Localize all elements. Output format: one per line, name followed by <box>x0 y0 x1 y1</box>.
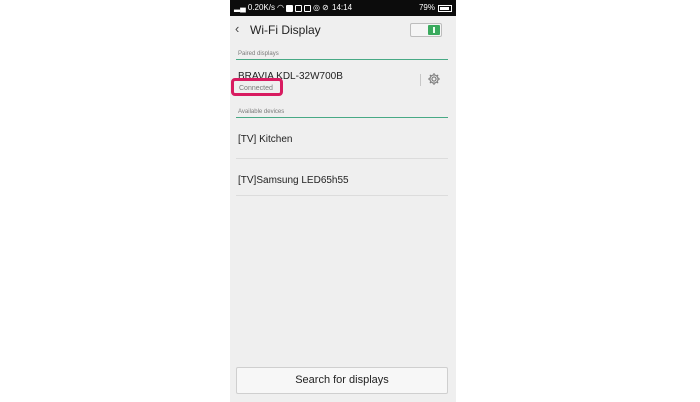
check-icon: ⊘ <box>321 3 329 12</box>
connected-highlight-box <box>231 78 283 96</box>
search-for-displays-button[interactable]: Search for displays <box>236 367 448 394</box>
paired-displays-label: Paired displays <box>238 51 279 57</box>
network-speed: 0.20K/s <box>247 3 275 12</box>
cast-icon <box>303 4 311 12</box>
facebook-icon <box>285 4 293 12</box>
available-device-kitchen[interactable]: [TV] Kitchen <box>238 134 292 146</box>
status-time: 14:14 <box>332 3 353 12</box>
chevron-left-icon[interactable]: ‹ <box>235 22 239 36</box>
battery-percent: 79% <box>418 3 435 12</box>
status-bar-left: ▂▄ 0.20K/s ◠ ◎ ⊘ <box>234 0 329 16</box>
paired-divider <box>236 59 448 60</box>
available-divider <box>236 117 448 118</box>
signal-icon: ▂▄ <box>234 3 246 12</box>
vertical-separator <box>420 74 421 86</box>
wifi-display-toggle[interactable] <box>410 23 442 37</box>
viber-icon: ◎ <box>312 3 320 12</box>
available-device-samsung[interactable]: [TV]Samsung LED65h55 <box>238 175 349 187</box>
page-title: Wi-Fi Display <box>250 23 321 37</box>
app-bar: ‹ Wi-Fi Display <box>230 16 456 44</box>
status-bar: ▂▄ 0.20K/s ◠ ◎ ⊘ 14:14 79% <box>230 0 456 16</box>
phone-screen: ▂▄ 0.20K/s ◠ ◎ ⊘ 14:14 79% ‹ Wi-Fi Displ… <box>230 0 456 402</box>
wifi-icon: ◠ <box>276 3 284 12</box>
row-separator <box>236 158 448 159</box>
available-devices-label: Available devices <box>238 109 285 115</box>
battery-icon <box>438 4 452 12</box>
gear-icon[interactable] <box>427 72 441 86</box>
status-bar-right: 79% <box>419 0 452 16</box>
row-separator <box>236 195 448 196</box>
toggle-knob <box>428 25 440 35</box>
notification-icon <box>294 4 302 12</box>
